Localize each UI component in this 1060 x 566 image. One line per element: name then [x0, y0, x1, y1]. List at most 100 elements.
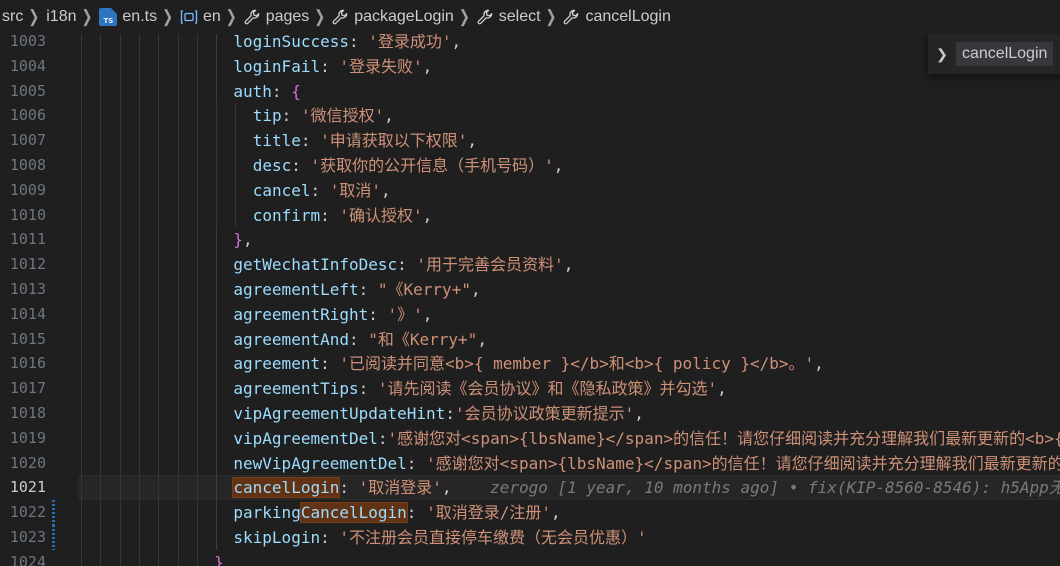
indent-guide: [100, 103, 102, 129]
code-line[interactable]: 1013 agreementLeft: "《Kerry+",: [0, 277, 1060, 302]
code-content: vipAgreementDel:'感谢您对<span>{lbsName}</sp…: [233, 426, 1060, 451]
code-line[interactable]: 1020 newVipAgreementDel: '感谢您对<span>{lbsN…: [0, 450, 1060, 476]
indent-guide: [100, 301, 102, 327]
code-line[interactable]: 1004 loginFail: '登录失败',: [0, 53, 1060, 79]
string-value: '不注册会员直接停车缴费（无会员优惠）': [339, 528, 647, 547]
indent-guide: [216, 425, 218, 451]
key-separator: :: [271, 81, 292, 101]
code-line[interactable]: 1010 confirm: '确认授权',: [0, 202, 1060, 228]
object-key: agreementTips: [233, 379, 359, 399]
string-value: '申请获取以下权限': [320, 131, 468, 151]
code-line[interactable]: 1021 cancelLogin: '取消登录', zerogo [1 year,…: [0, 475, 1060, 501]
indent-guide: [177, 78, 179, 104]
git-change-gutter-mark[interactable]: [52, 500, 55, 526]
indent-guide: [177, 549, 179, 566]
indent-guide: [235, 153, 237, 178]
chevron-right-icon: ❯: [545, 6, 557, 27]
code-line[interactable]: 1009 cancel: '取消',: [0, 177, 1060, 203]
breadcrumb-item-en-ts[interactable]: TS en.ts: [97, 8, 159, 26]
key-separator: :: [300, 131, 321, 151]
chevron-right-icon[interactable]: ❯: [928, 46, 956, 63]
indent-guide: [196, 450, 198, 476]
wrench-icon: [244, 9, 261, 26]
breadcrumb-item-src[interactable]: src: [0, 8, 25, 26]
indent-guide: [216, 128, 218, 154]
chevron-right-icon: ❯: [458, 6, 470, 27]
indent-guide: [196, 277, 198, 302]
punctuation: ,: [477, 329, 487, 349]
indent-guide: [100, 153, 102, 178]
key-separator: :: [339, 478, 359, 498]
code-line[interactable]: 1022 parkingCancelLogin: '取消登录/注册',: [0, 500, 1060, 526]
indent-guide: [119, 549, 121, 566]
indent-guide: [196, 252, 198, 278]
line-number: 1005: [9, 81, 46, 100]
chevron-right-icon: ❯: [314, 6, 326, 27]
chevron-right-icon: ❯: [81, 6, 93, 27]
code-line[interactable]: 1018 vipAgreementUpdateHint:'会员协议政策更新提示',: [0, 401, 1060, 426]
object-key: loginSuccess: [233, 32, 349, 51]
indent-guide: [81, 525, 82, 550]
line-number: 1007: [9, 131, 46, 150]
punctuation: ,: [384, 106, 394, 126]
object-key: skipLogin: [233, 528, 321, 547]
string-value: '获取你的公开信息（手机号码）': [310, 156, 554, 175]
object-key: agreementLeft: [233, 280, 359, 299]
indent-guide: [81, 277, 82, 302]
code-line[interactable]: 1016 agreement: '已阅读并同意<b>{ member }</b>和…: [0, 351, 1060, 377]
indent-guide: [158, 549, 160, 566]
indent-guide: [216, 53, 218, 79]
breadcrumb-item-pages[interactable]: pages: [242, 8, 312, 26]
indent-guide: [235, 202, 237, 228]
sticky-scroll-label[interactable]: cancelLogin: [956, 42, 1054, 66]
indent-guide: [196, 401, 198, 426]
string-value: '取消': [329, 180, 382, 200]
breadcrumb-item-cancellogin[interactable]: cancelLogin: [561, 8, 672, 26]
indent-guide: [100, 450, 102, 476]
code-line[interactable]: 1012 getWechatInfoDesc: '用于完善会员资料',: [0, 252, 1060, 278]
indent-guide: [81, 475, 82, 501]
code-line[interactable]: 1008 desc: '获取你的公开信息（手机号码）',: [0, 153, 1060, 178]
object-key: vipAgreementUpdateHint: [233, 404, 446, 423]
chevron-right-icon: ❯: [162, 6, 173, 27]
object-key: loginFail: [233, 56, 321, 76]
code-line[interactable]: 1005 auth: {: [0, 78, 1060, 104]
breadcrumb-item-i18n[interactable]: i18n: [44, 8, 78, 26]
code-line[interactable]: 1007 title: '申请获取以下权限',: [0, 128, 1060, 154]
code-line[interactable]: 1023 skipLogin: '不注册会员直接停车缴费（无会员优惠）': [0, 525, 1060, 550]
breadcrumb-label: pages: [265, 8, 310, 25]
code-line[interactable]: 1024}: [0, 549, 1060, 566]
indent-guide: [100, 277, 102, 302]
indent-guide: [119, 53, 121, 79]
code-line[interactable]: 1011},: [0, 227, 1060, 253]
indent-guide: [119, 128, 121, 154]
wrench-icon: [332, 9, 349, 26]
string-value: "和《Kerry+": [368, 329, 478, 349]
line-number: 1018: [9, 404, 46, 422]
code-editor[interactable]: 1003 loginSuccess: '登录成功', 1004 loginFail: …: [0, 30, 1060, 566]
string-value: '已阅读并同意<b>{ member }</b>和<b>{ policy }</…: [339, 354, 815, 374]
code-line[interactable]: 1014 agreementRight: '》',: [0, 301, 1060, 327]
line-number: 1022: [9, 503, 46, 522]
indent-guide: [100, 53, 102, 79]
line-number: 1012: [9, 255, 46, 274]
sticky-scroll-widget[interactable]: ❯ cancelLogin: [928, 34, 1060, 74]
key-separator: :: [320, 56, 340, 76]
code-line[interactable]: 1019 vipAgreementDel:'感谢您对<span>{lbsName}…: [0, 425, 1060, 451]
breadcrumb-item-en[interactable]: en: [178, 8, 223, 26]
git-change-gutter-mark[interactable]: [52, 525, 55, 550]
indent-guide: [196, 177, 198, 203]
code-line[interactable]: 1017 agreementTips: '请先阅读《会员协议》和《隐私政策》并勾选…: [0, 376, 1060, 402]
code-content: agreementRight: '》',: [233, 302, 432, 327]
indent-guide: [177, 525, 179, 550]
indent-guide: [177, 450, 179, 476]
breadcrumb-item-packagelogin[interactable]: packageLogin: [330, 8, 456, 26]
breadcrumb-item-select[interactable]: select: [475, 8, 543, 26]
punctuation: ,: [422, 205, 433, 225]
code-line[interactable]: 1015 agreementAnd: "和《Kerry+",: [0, 326, 1060, 352]
punctuation: ,: [814, 354, 824, 374]
line-number: 1014: [9, 304, 46, 323]
chevron-right-icon: ❯: [225, 6, 237, 27]
indent-guide: [158, 351, 160, 377]
code-line[interactable]: 1006 tip: '微信授权',: [0, 103, 1060, 129]
